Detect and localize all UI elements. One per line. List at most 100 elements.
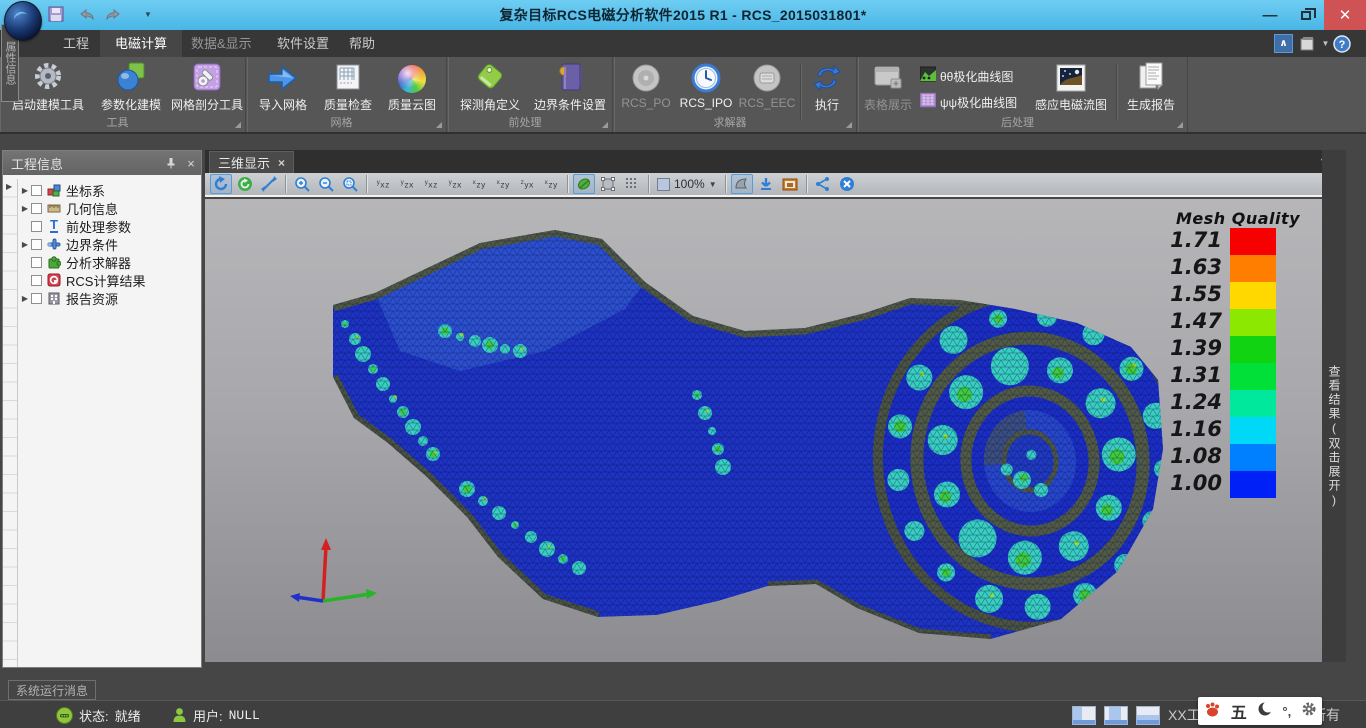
ime-punctuation-button[interactable]: °,: [1282, 704, 1291, 719]
3d-viewport[interactable]: Mesh Quality 1.71 1.63 1.55 1.47 1.39 1.…: [205, 199, 1322, 662]
fit-extent-button[interactable]: [258, 174, 280, 194]
shaded-view-button[interactable]: [573, 174, 595, 194]
legend-color-swatch: [1230, 390, 1276, 417]
table-display-button[interactable]: 表格展示: [860, 59, 916, 115]
zoom-window-button[interactable]: [339, 174, 361, 194]
facet-view-button[interactable]: [597, 174, 619, 194]
parametric-modeling-button[interactable]: 参数化建模: [94, 59, 168, 115]
view-iso2-button[interactable]: xzy: [540, 174, 562, 194]
theta-polar-curve-button[interactable]: θθ极化曲线图: [920, 65, 1013, 87]
undo-button[interactable]: [76, 4, 96, 24]
minimize-button[interactable]: —: [1252, 0, 1288, 30]
layout-center-button[interactable]: [1104, 706, 1128, 725]
checkbox[interactable]: [31, 257, 42, 268]
snapshot-button[interactable]: [779, 174, 801, 194]
save-button[interactable]: [46, 4, 66, 24]
tab-data-display[interactable]: 数据&显示: [176, 30, 267, 57]
group-expand-corner-icon[interactable]: ◢: [602, 120, 608, 129]
project-tree: ▶ ▶ 坐标系 ▶ 几何信息 T: [3, 175, 201, 667]
checkbox[interactable]: [31, 275, 42, 286]
redo-button[interactable]: [104, 4, 124, 24]
share-flow-button[interactable]: [812, 174, 834, 194]
legend-row: 1.16: [1168, 417, 1308, 444]
expander-icon[interactable]: ▶: [19, 294, 31, 303]
window-style-button[interactable]: [1298, 34, 1317, 53]
group-expand-corner-icon[interactable]: ◢: [235, 120, 241, 129]
ime-moon-icon[interactable]: [1257, 701, 1273, 722]
tree-item-geometry-info[interactable]: ▶ 几何信息: [19, 199, 199, 217]
import-result-button[interactable]: [755, 174, 777, 194]
rotate-view-button[interactable]: [210, 174, 232, 194]
root-expander-icon[interactable]: ▶: [6, 182, 12, 191]
expander-icon[interactable]: ▶: [19, 186, 31, 195]
checkbox[interactable]: [31, 221, 42, 232]
rcs-po-button[interactable]: RCS_PO: [618, 59, 674, 115]
view-front-button[interactable]: yxz: [372, 174, 394, 194]
help-button[interactable]: ?: [1332, 34, 1351, 53]
orbit-refresh-button[interactable]: [234, 174, 256, 194]
surface-select-button[interactable]: [731, 174, 753, 194]
view-top-button[interactable]: xzy: [468, 174, 490, 194]
ime-mode-label[interactable]: 五: [1231, 699, 1247, 723]
quick-access-dropdown-icon[interactable]: ▼: [138, 4, 158, 24]
expander-icon[interactable]: ▶: [19, 240, 31, 249]
expander-icon[interactable]: ▶: [19, 204, 31, 213]
tab-em-compute[interactable]: 电磁计算: [100, 30, 182, 57]
tree-item-preprocess-params[interactable]: T 前处理参数: [19, 217, 199, 235]
rcs-eec-button[interactable]: RCS_EEC: [738, 59, 796, 115]
group-expand-corner-icon[interactable]: ◢: [846, 120, 852, 129]
tab-help[interactable]: 帮助: [334, 30, 390, 57]
checkbox[interactable]: [31, 239, 42, 250]
tab-3d-display[interactable]: 三维显示 ×: [209, 151, 294, 173]
system-message-tab[interactable]: 系统运行消息: [8, 680, 96, 700]
layout-left-button[interactable]: [1072, 706, 1096, 725]
quality-check-button[interactable]: 质量检查: [317, 59, 379, 115]
view-right-button[interactable]: yzx: [444, 174, 466, 194]
cancel-button[interactable]: [836, 174, 858, 194]
group-expand-corner-icon[interactable]: ◢: [436, 120, 442, 129]
boundary-settings-button[interactable]: 边界条件设置: [530, 59, 610, 115]
ime-toolbar[interactable]: 五 °,: [1198, 697, 1322, 725]
checkbox[interactable]: [31, 203, 42, 214]
psi-polar-curve-button[interactable]: ψψ极化曲线图: [920, 91, 1017, 113]
zoom-in-button[interactable]: [291, 174, 313, 194]
ime-logo-paw-icon[interactable]: [1203, 700, 1221, 723]
generate-report-button[interactable]: 生成报告: [1120, 59, 1182, 115]
tab-project[interactable]: 工程: [48, 30, 104, 57]
mesh-tool-button[interactable]: 网格剖分工具: [170, 59, 244, 115]
view-iso-button[interactable]: zyx: [516, 174, 538, 194]
close-panel-icon[interactable]: ×: [181, 153, 201, 173]
tree-item-rcs-results[interactable]: RCS计算结果: [19, 271, 199, 289]
close-tab-icon[interactable]: ×: [278, 156, 285, 170]
collapse-ribbon-button[interactable]: ∧: [1274, 34, 1293, 53]
checkbox[interactable]: [31, 185, 42, 196]
import-mesh-button[interactable]: 导入网格: [251, 59, 315, 115]
tree-item-analysis-solver[interactable]: 分析求解器: [19, 253, 199, 271]
points-view-button[interactable]: [621, 174, 643, 194]
green-tag-icon: [452, 59, 528, 93]
rcs-ipo-button[interactable]: RCS_IPO: [676, 59, 736, 115]
tree-item-coordinate-system[interactable]: ▶ 坐标系: [19, 181, 199, 199]
close-button[interactable]: ✕: [1324, 0, 1366, 30]
ime-settings-gear-icon[interactable]: [1301, 701, 1317, 722]
zoom-percent-dropdown-icon[interactable]: ▼: [709, 180, 717, 189]
results-collapsed-panel[interactable]: 查看结果(双击展开): [1322, 150, 1346, 662]
checkbox[interactable]: [31, 293, 42, 304]
execute-button[interactable]: 执行: [802, 59, 852, 115]
quality-cloudmap-button[interactable]: 质量云图: [381, 59, 443, 115]
sphere-square-icon: [94, 59, 168, 93]
zoom-out-button[interactable]: [315, 174, 337, 194]
probe-angle-button[interactable]: 探测角定义: [452, 59, 528, 115]
tree-item-report-resources[interactable]: ▶ 报告资源: [19, 289, 199, 307]
view-left-button[interactable]: yxz: [420, 174, 442, 194]
view-bottom-button[interactable]: xzy: [492, 174, 514, 194]
tab-settings[interactable]: 软件设置: [262, 30, 344, 57]
layout-bottom-button[interactable]: [1136, 706, 1160, 725]
induced-current-map-button[interactable]: 感应电磁流图: [1030, 59, 1112, 115]
pin-icon[interactable]: [161, 153, 181, 173]
view-back-button[interactable]: yzx: [396, 174, 418, 194]
tree-item-boundary-conditions[interactable]: ▶ 边界条件: [19, 235, 199, 253]
group-expand-corner-icon[interactable]: ◢: [1177, 120, 1183, 129]
restore-button[interactable]: [1288, 0, 1324, 30]
zoom-percent-select[interactable]: 100% ▼: [653, 174, 721, 194]
